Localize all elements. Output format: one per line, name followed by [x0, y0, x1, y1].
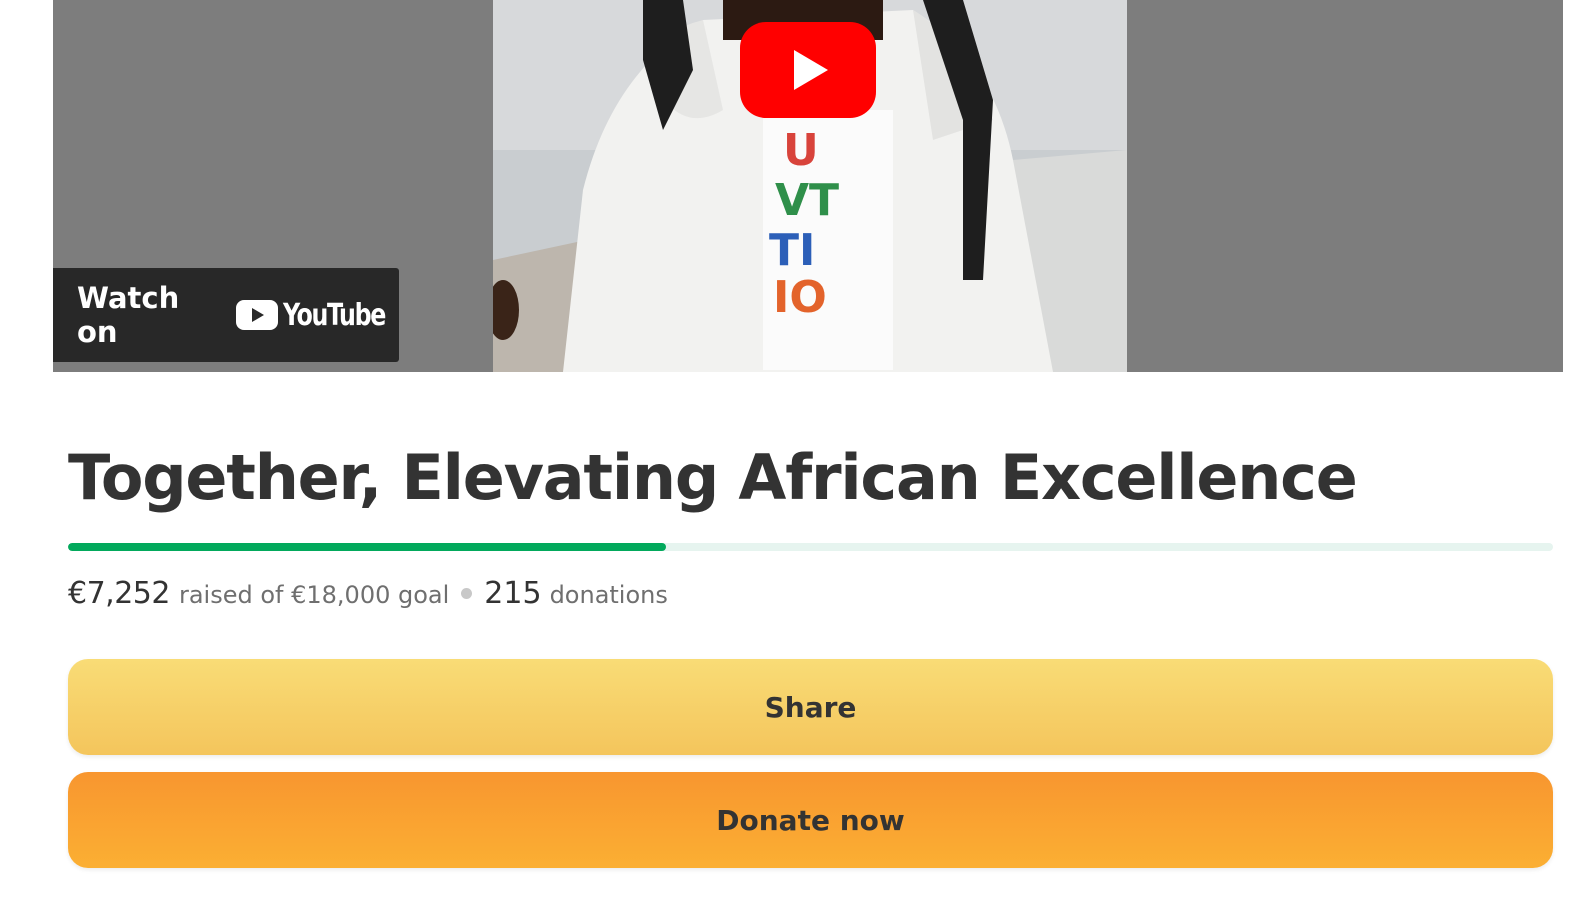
watch-on-label: Watch on [77, 281, 180, 349]
youtube-wordmark: YouTube [282, 297, 386, 333]
donate-now-button[interactable]: Donate now [68, 772, 1553, 868]
progress-fill [68, 543, 667, 551]
separator-dot [461, 588, 473, 599]
campaign-page: U VT TI IO Watch on YouTube Together, El… [0, 0, 1593, 900]
youtube-play-button[interactable] [740, 22, 876, 118]
video-embed[interactable]: U VT TI IO Watch on YouTube [53, 0, 1563, 372]
svg-text:U: U [783, 125, 819, 176]
svg-text:VT: VT [775, 175, 839, 226]
amount-raised: €7,252 [68, 576, 170, 611]
youtube-logo-icon [235, 300, 278, 330]
svg-text:IO: IO [773, 272, 827, 323]
donations-label: donations [549, 581, 668, 609]
goal-text: raised of €18,000 goal [178, 581, 450, 609]
svg-text:TI: TI [769, 225, 815, 276]
share-button[interactable]: Share [68, 659, 1553, 755]
fundraising-progress-bar [68, 543, 1553, 551]
fundraising-stats: €7,252 raised of €18,000 goal 215 donati… [68, 576, 668, 611]
watch-on-youtube-button[interactable]: Watch on YouTube [53, 268, 399, 362]
youtube-play-icon [740, 22, 876, 118]
campaign-title: Together, Elevating African Excellence [68, 441, 1358, 514]
youtube-logo: YouTube [235, 297, 399, 333]
donation-count: 215 [484, 576, 542, 611]
